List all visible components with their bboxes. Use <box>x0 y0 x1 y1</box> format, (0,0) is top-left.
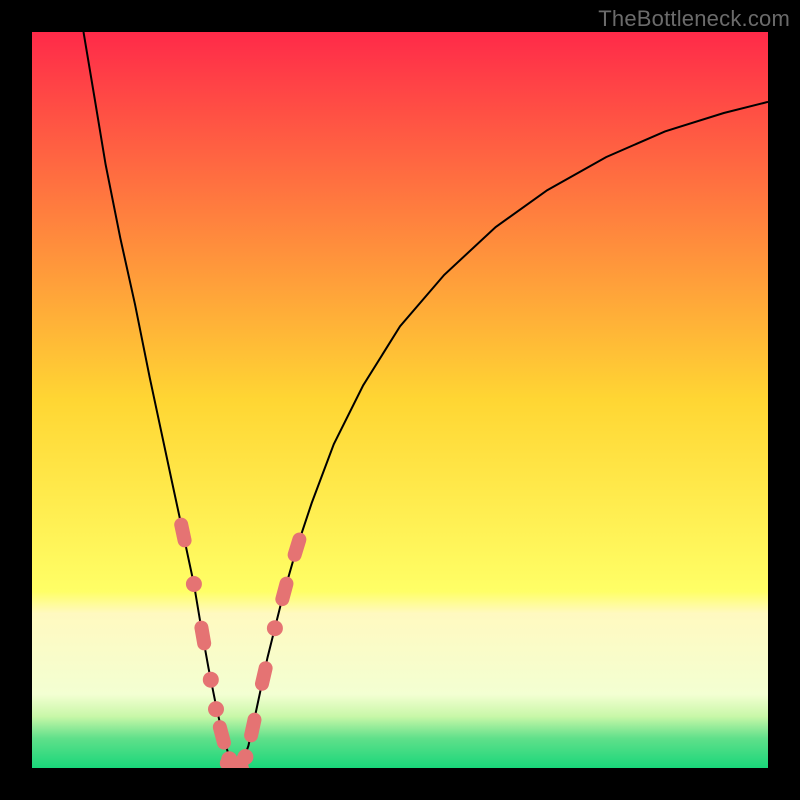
marker-circle <box>237 749 253 765</box>
marker-circle <box>203 672 219 688</box>
marker-circle <box>208 701 224 717</box>
marker-circle <box>186 576 202 592</box>
gradient-background <box>32 32 768 768</box>
plot-area <box>32 32 768 768</box>
chart-frame: TheBottleneck.com <box>0 0 800 800</box>
chart-svg <box>32 32 768 768</box>
watermark-text: TheBottleneck.com <box>598 6 790 32</box>
marker-circle <box>267 620 283 636</box>
